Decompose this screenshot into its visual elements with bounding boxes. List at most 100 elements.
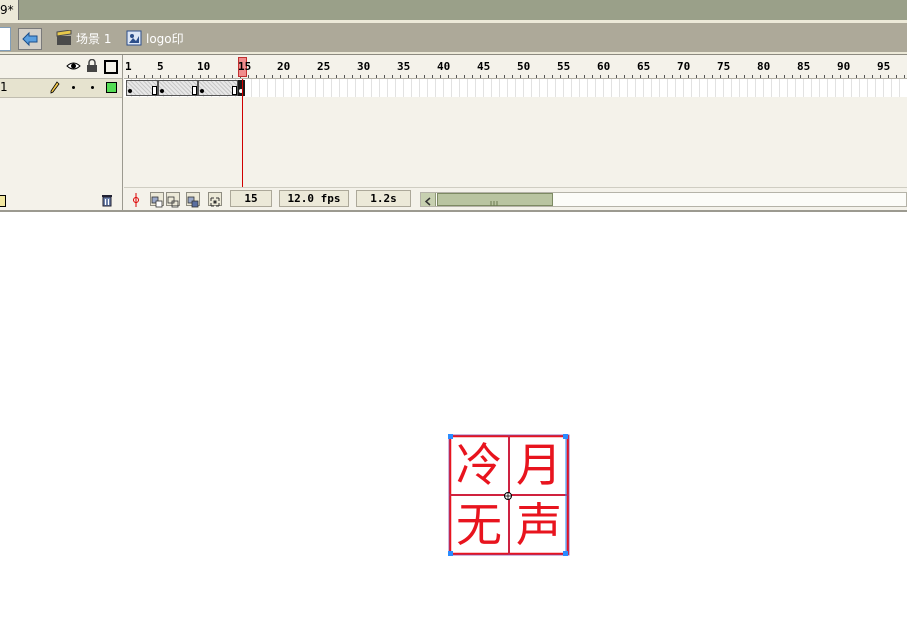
onion-markers-icon [210,197,220,207]
ruler-label: 70 [677,60,691,73]
ruler-tick [224,75,225,78]
ruler-tick [776,75,777,78]
breadcrumb-scene[interactable]: 场景 1 [56,26,111,50]
ruler-label: 25 [317,60,331,73]
ruler-tick [552,75,553,78]
edit-multiple-frames-button[interactable] [186,192,200,208]
playhead-frame-label: 15 [238,60,252,73]
outline-square-icon[interactable] [104,60,118,74]
seal-char-1: 冷 [456,438,502,492]
keyframe-dot[interactable] [128,89,132,93]
ruler-tick [152,75,153,78]
lock-icon[interactable] [86,59,98,73]
ruler-tick [464,75,465,78]
ruler-tick [672,75,673,78]
ruler-tick [320,75,321,78]
ruler-tick [184,75,185,78]
ruler-tick [136,75,137,78]
ruler-tick [800,75,801,78]
frame-rate-field[interactable]: 12.0 fps [279,190,349,207]
ruler-tick [416,75,417,78]
scrollbar-thumb[interactable] [437,193,553,206]
visibility-dot-icon[interactable] [72,86,75,89]
breadcrumb-symbol-label: logo印 [146,31,184,46]
selection-handle[interactable] [448,551,453,556]
ruler-tick [744,75,745,78]
playhead-line [242,79,243,189]
onion-skin-button[interactable] [150,192,164,208]
eye-icon[interactable] [66,60,81,72]
breadcrumb-symbol[interactable]: logo印 [126,26,184,50]
ruler-tick [336,75,337,78]
seal-char-2: 月 [516,438,562,492]
ruler-tick [496,75,497,78]
end-frame-marker[interactable] [192,86,197,95]
ruler-tick [488,75,489,78]
lock-dot-icon[interactable] [91,86,94,89]
ruler-tick [848,75,849,78]
selection-handle[interactable] [448,434,453,439]
insert-layer-button[interactable] [0,195,6,207]
ruler-tick [568,75,569,78]
end-frame-marker[interactable] [232,86,237,95]
selection-handle[interactable] [563,551,568,556]
document-tab-title: 9* [0,3,14,17]
ruler-label: 95 [877,60,891,73]
stage[interactable] [0,212,907,638]
ruler-tick [560,75,561,78]
ruler-label: 45 [477,60,491,73]
ruler-tick [344,75,345,78]
timeline-panel: 1 1 5 10 20 25 30 35 40 45 50 55 60 65 70 75 80 85 90 95 [0,54,907,211]
back-arrow-button[interactable] [18,28,42,50]
ruler-label: 55 [557,60,571,73]
keyframe-dot[interactable] [160,89,164,93]
ruler-tick [808,75,809,78]
selection-handle[interactable] [563,434,568,439]
center-frame-button[interactable] [129,192,143,207]
ruler-label: 5 [157,60,164,73]
ruler-tick [664,75,665,78]
ruler-label: 20 [277,60,291,73]
layer-name: 1 [0,80,8,94]
ruler-tick [424,75,425,78]
document-tab[interactable]: 9* [0,0,19,20]
ruler-tick [480,75,481,78]
ruler-label: 10 [197,60,211,73]
ruler-tick [704,75,705,78]
ruler-tick [208,75,209,78]
timeline-status-bar: 15 12.0 fps 1.2s [124,187,907,210]
ruler-label: 90 [837,60,851,73]
layer-outline-color-icon[interactable] [106,82,117,93]
ruler-label: 50 [517,60,531,73]
ruler-tick [128,75,129,78]
keyframe-dot[interactable] [200,89,204,93]
scene-clapper-icon [56,30,72,45]
ruler-tick [368,75,369,78]
center-frame-icon [133,193,139,207]
ruler-tick [176,75,177,78]
seal-symbol-instance[interactable]: 冷 月 无 声 [448,434,570,556]
back-arrow-icon [22,31,38,47]
onion-skin-outlines-button[interactable] [166,192,180,208]
ruler-tick [520,75,521,78]
ruler-tick [328,75,329,78]
layer-row[interactable]: 1 [0,79,122,98]
ruler-tick [408,75,409,78]
ruler-tick [160,75,161,78]
timeline-horizontal-scrollbar[interactable] [420,192,907,207]
ruler-label: 40 [437,60,451,73]
scroll-left-button[interactable] [421,193,436,206]
seal-char-3: 无 [456,498,502,552]
ruler-tick [440,75,441,78]
trash-icon[interactable] [100,193,114,207]
ruler-label: 65 [637,60,651,73]
ruler-tick [248,75,249,78]
onion-outline-icon [167,196,179,208]
ruler-tick [712,75,713,78]
end-frame-marker[interactable] [152,86,157,95]
ruler-tick [888,75,889,78]
ruler-tick [296,75,297,78]
scene-selector-box[interactable] [0,27,11,51]
ruler-tick [528,75,529,78]
modify-onion-markers-button[interactable] [208,192,222,207]
